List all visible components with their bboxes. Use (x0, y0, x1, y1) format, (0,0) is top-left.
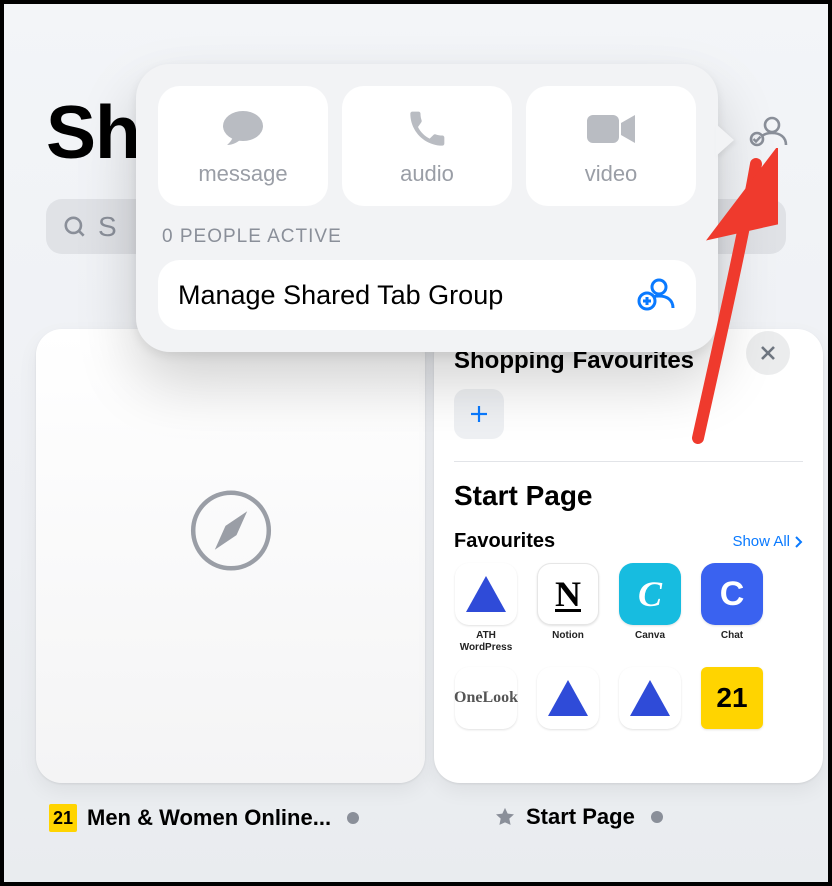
message-icon (219, 105, 267, 153)
tab-caption-left[interactable]: 21 Men & Women Online... (49, 804, 359, 832)
twentyone-icon: 21 (701, 667, 763, 729)
video-button[interactable]: video (526, 86, 696, 206)
triangle-icon (537, 667, 599, 729)
start-page-title: Start Page (454, 480, 803, 512)
tab-caption-right[interactable]: Start Page (494, 804, 663, 830)
site-badge-21: 21 (49, 804, 77, 832)
collaboration-button[interactable] (746, 109, 790, 153)
favourite-chat[interactable]: C Chat (700, 563, 764, 653)
favourite-ath-wordpress[interactable]: ATH WordPress (454, 563, 518, 653)
favourite-onelook[interactable]: OneLook (454, 667, 518, 729)
onelook-icon: OneLook (455, 667, 517, 729)
phone-icon (407, 105, 447, 153)
favourite-canva[interactable]: C Canva (618, 563, 682, 653)
chevron-right-icon (793, 536, 803, 548)
tab-caption-left-label: Men & Women Online... (87, 805, 331, 831)
audio-label: audio (400, 161, 454, 187)
presence-dot (347, 812, 359, 824)
search-icon (62, 214, 88, 240)
canva-icon: C (619, 563, 681, 625)
start-page-content: Shopping Favourites Start Page Favourite… (434, 329, 823, 747)
triangle-icon (455, 563, 517, 625)
notion-icon: N (537, 563, 599, 625)
message-label: message (198, 161, 287, 187)
tab-caption-right-label: Start Page (526, 804, 635, 830)
presence-dot (651, 811, 663, 823)
tab-tile-start-page[interactable]: Shopping Favourites Start Page Favourite… (434, 329, 823, 783)
star-icon (494, 806, 516, 828)
favourite-21[interactable]: 21 (700, 667, 764, 729)
share-actions-row: message audio video (158, 86, 696, 206)
favourites-heading: Favourites (454, 530, 555, 553)
close-tab-button[interactable] (746, 331, 790, 375)
triangle-icon (619, 667, 681, 729)
favourite-notion[interactable]: N Notion (536, 563, 600, 653)
close-icon (758, 343, 778, 363)
video-label: video (585, 161, 638, 187)
chat-icon: C (701, 563, 763, 625)
add-favourite-button[interactable] (454, 389, 504, 439)
audio-button[interactable]: audio (342, 86, 512, 206)
favourites-row-2: OneLook 21 (454, 667, 803, 729)
divider (454, 461, 803, 462)
add-person-icon (636, 273, 676, 318)
people-active-status: 0 PEOPLE ACTIVE (162, 226, 692, 248)
favourites-row-1: ATH WordPress N Notion C Canva C Chat (454, 563, 803, 653)
favourite-tri-3[interactable] (618, 667, 682, 729)
show-all-link[interactable]: Show All (732, 533, 803, 550)
share-popover: message audio video 0 PEOPLE ACTIVE Mana… (136, 64, 718, 352)
search-placeholder: S (98, 211, 117, 243)
message-button[interactable]: message (158, 86, 328, 206)
tab-tile-left[interactable] (36, 329, 425, 783)
screenshot-stage: Sh S Shopping Favourites (0, 0, 832, 886)
video-icon (585, 105, 637, 153)
plus-icon (467, 402, 491, 426)
safari-compass-icon (186, 486, 276, 581)
favourite-tri-2[interactable] (536, 667, 600, 729)
manage-label: Manage Shared Tab Group (178, 280, 503, 311)
manage-shared-tab-group-button[interactable]: Manage Shared Tab Group (158, 260, 696, 330)
page-title: Sh (46, 89, 140, 175)
